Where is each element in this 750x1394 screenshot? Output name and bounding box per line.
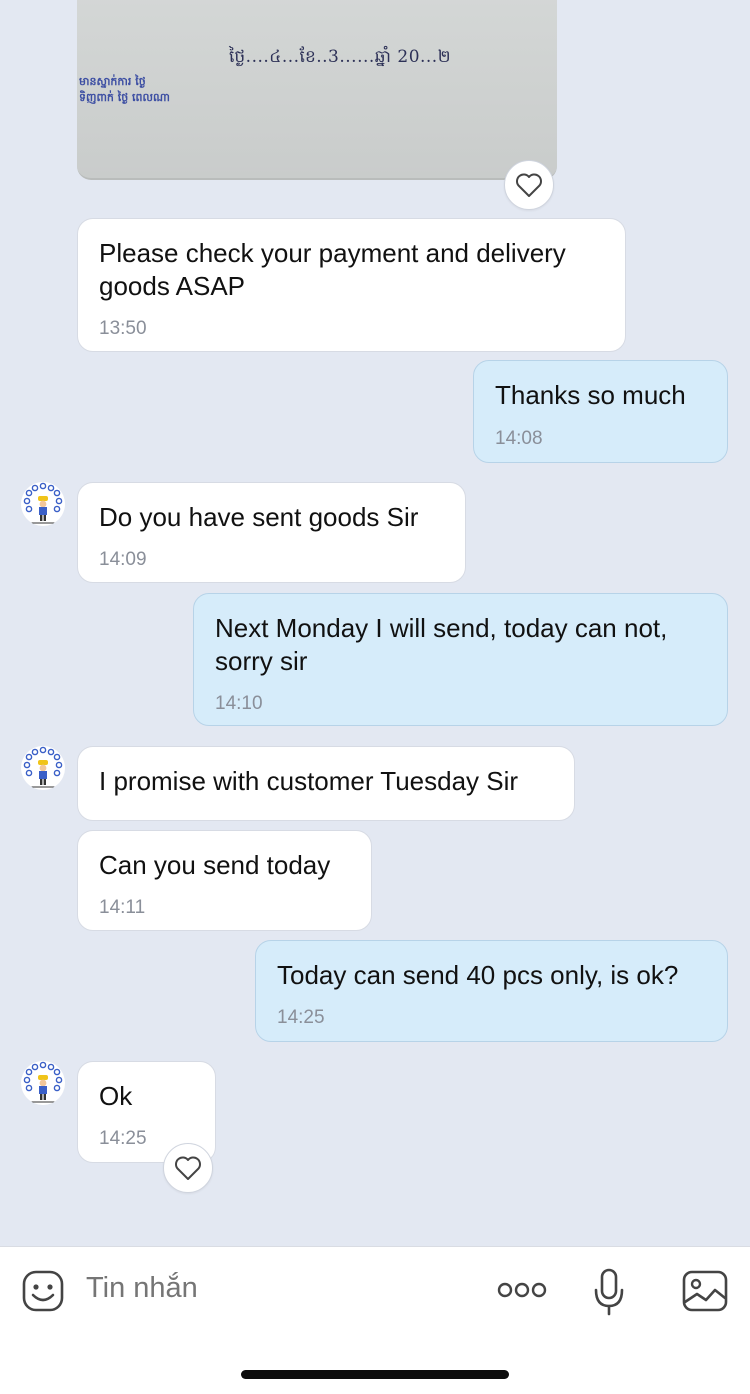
message-time: 14:09 bbox=[99, 549, 147, 570]
avatar-icon bbox=[23, 1061, 63, 1103]
message-text: Can you send today bbox=[99, 850, 331, 880]
image-icon[interactable] bbox=[682, 1269, 728, 1313]
image-date-text: ថ្ងៃ....៤...ខែ..3......ឆ្នាំ 20...២ bbox=[229, 47, 452, 67]
message-text: Next Monday I will send, today can not, … bbox=[215, 613, 668, 676]
message-text: I promise with customer Tuesday Sir bbox=[99, 766, 519, 796]
message-bubble-incoming[interactable]: Can you send today 14:11 bbox=[77, 830, 372, 931]
emoji-icon[interactable] bbox=[20, 1268, 66, 1314]
message-text: Thanks so much bbox=[495, 380, 686, 410]
message-time: 14:25 bbox=[99, 1128, 147, 1149]
message-text: Please check your payment and delivery g… bbox=[99, 238, 566, 301]
message-bubble-outgoing[interactable]: Next Monday I will send, today can not, … bbox=[193, 593, 728, 726]
message-time: 14:10 bbox=[215, 693, 263, 714]
heart-icon[interactable] bbox=[504, 160, 554, 210]
message-input[interactable] bbox=[86, 1272, 446, 1305]
home-indicator[interactable] bbox=[241, 1370, 509, 1379]
image-message[interactable]: ថ្ងៃ....៤...ខែ..3......ឆ្នាំ 20...២ មានស… bbox=[77, 0, 557, 180]
avatar[interactable] bbox=[21, 1061, 65, 1105]
message-bubble-incoming[interactable]: Do you have sent goods Sir 14:09 bbox=[77, 482, 466, 583]
message-text: Today can send 40 pcs only, is ok? bbox=[277, 960, 679, 990]
message-time: 13:50 bbox=[99, 318, 147, 339]
message-time: 14:11 bbox=[99, 897, 146, 918]
image-stamp: មានស្នាក់ការ ថ្ងៃ ទិញពាក់ ថ្ងៃ ពេលណា bbox=[79, 74, 201, 106]
message-time: 14:25 bbox=[277, 1007, 325, 1028]
message-text: Ok bbox=[99, 1081, 133, 1111]
message-bubble-incoming[interactable]: I promise with customer Tuesday Sir bbox=[77, 746, 575, 821]
message-text: Do you have sent goods Sir bbox=[99, 502, 419, 532]
image-stamp-line: ទិញពាក់ ថ្ងៃ ពេលណា bbox=[79, 91, 170, 104]
message-bubble-outgoing[interactable]: Today can send 40 pcs only, is ok? 14:25 bbox=[255, 940, 728, 1042]
heart-icon[interactable] bbox=[163, 1143, 213, 1193]
message-time: 14:08 bbox=[495, 428, 543, 449]
image-stamp-line: មានស្នាក់ការ ថ្ងៃ bbox=[79, 75, 146, 88]
microphone-icon[interactable] bbox=[590, 1267, 628, 1317]
message-bubble-incoming[interactable]: Please check your payment and delivery g… bbox=[77, 218, 626, 352]
message-bubble-outgoing[interactable]: Thanks so much 14:08 bbox=[473, 360, 728, 463]
avatar[interactable] bbox=[21, 482, 65, 526]
avatar-icon bbox=[23, 746, 63, 788]
chat-thread: ថ្ងៃ....៤...ខែ..3......ឆ្នាំ 20...២ មានស… bbox=[0, 0, 750, 1246]
more-icon[interactable] bbox=[496, 1275, 548, 1305]
avatar-icon bbox=[23, 482, 63, 524]
avatar[interactable] bbox=[21, 746, 65, 790]
